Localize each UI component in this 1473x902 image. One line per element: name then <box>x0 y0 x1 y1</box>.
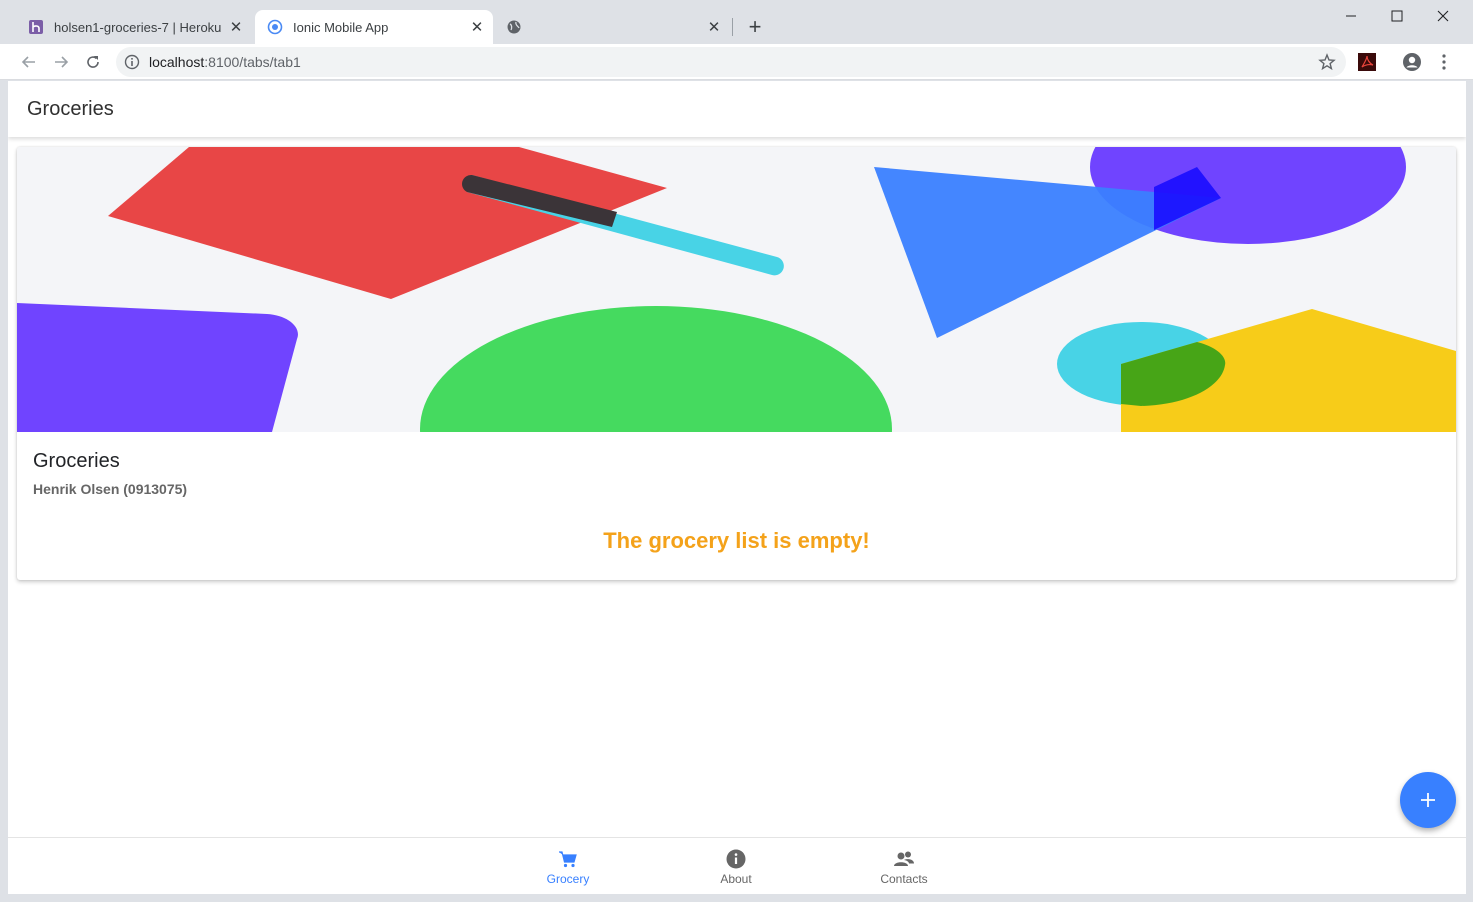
ionic-icon <box>267 19 283 35</box>
bottom-tab-bar: Grocery About Contacts <box>8 837 1466 894</box>
info-icon[interactable] <box>124 54 140 75</box>
forward-button[interactable] <box>49 50 73 74</box>
people-icon <box>893 848 915 870</box>
new-tab-button[interactable]: + <box>744 14 766 39</box>
url-text: localhost:8100/tabs/tab1 <box>149 54 301 70</box>
tab-grocery[interactable]: Grocery <box>508 838 628 894</box>
browser-tab-heroku[interactable]: holsen1-groceries-7 | Heroku ✕ <box>16 10 252 44</box>
bookmark-star-icon[interactable] <box>1318 53 1336 76</box>
heroku-icon <box>28 19 44 35</box>
tab-label: About <box>720 871 752 886</box>
menu-kebab-icon[interactable] <box>1432 50 1456 74</box>
page-title: Groceries <box>27 98 114 120</box>
reload-button[interactable] <box>81 50 105 74</box>
url-host: localhost <box>149 54 205 70</box>
close-window-button[interactable] <box>1420 0 1466 32</box>
tab-about[interactable]: About <box>676 838 796 894</box>
app-header: Groceries <box>8 81 1466 137</box>
profile-icon[interactable] <box>1400 50 1424 74</box>
browser-tab-ionic[interactable]: Ionic Mobile App ✕ <box>255 10 493 44</box>
tab-label: Contacts <box>880 871 928 886</box>
plus-icon <box>1421 793 1435 807</box>
close-icon[interactable]: ✕ <box>469 19 485 36</box>
add-item-button[interactable] <box>1400 772 1456 828</box>
address-bar[interactable]: localhost:8100/tabs/tab1 <box>116 47 1346 77</box>
card-title: Groceries <box>33 450 120 472</box>
browser-tab-title: Ionic Mobile App <box>293 19 389 35</box>
close-icon[interactable]: ✕ <box>706 19 722 36</box>
tab-separator <box>732 18 733 36</box>
minimize-button[interactable] <box>1328 0 1374 32</box>
browser-tab-title: holsen1-groceries-7 | Heroku <box>54 19 222 35</box>
browser-toolbar: localhost:8100/tabs/tab1 <box>0 44 1473 80</box>
maximize-button[interactable] <box>1374 0 1420 32</box>
close-icon[interactable]: ✕ <box>228 19 244 36</box>
tab-contacts[interactable]: Contacts <box>844 838 964 894</box>
card-header-illustration <box>17 147 1456 432</box>
groceries-card: Groceries Henrik Olsen (0913075) The gro… <box>17 147 1456 580</box>
globe-icon <box>506 19 522 35</box>
pdf-extension-icon[interactable] <box>1355 50 1379 74</box>
back-button[interactable] <box>17 50 41 74</box>
cart-icon <box>557 848 579 870</box>
empty-list-message: The grocery list is empty! <box>603 528 870 553</box>
browser-tab-blank[interactable]: ✕ <box>494 10 730 44</box>
tab-strip: holsen1-groceries-7 | Heroku ✕ Ionic Mob… <box>0 0 1473 44</box>
page-viewport: Groceries Groceries Henrik Olsen (091307… <box>8 81 1466 894</box>
url-path: :8100/tabs/tab1 <box>204 54 301 70</box>
browser-window: holsen1-groceries-7 | Heroku ✕ Ionic Mob… <box>0 0 1473 902</box>
info-icon <box>725 848 747 870</box>
tab-label: Grocery <box>546 871 590 886</box>
card-subtitle: Henrik Olsen (0913075) <box>33 481 188 497</box>
